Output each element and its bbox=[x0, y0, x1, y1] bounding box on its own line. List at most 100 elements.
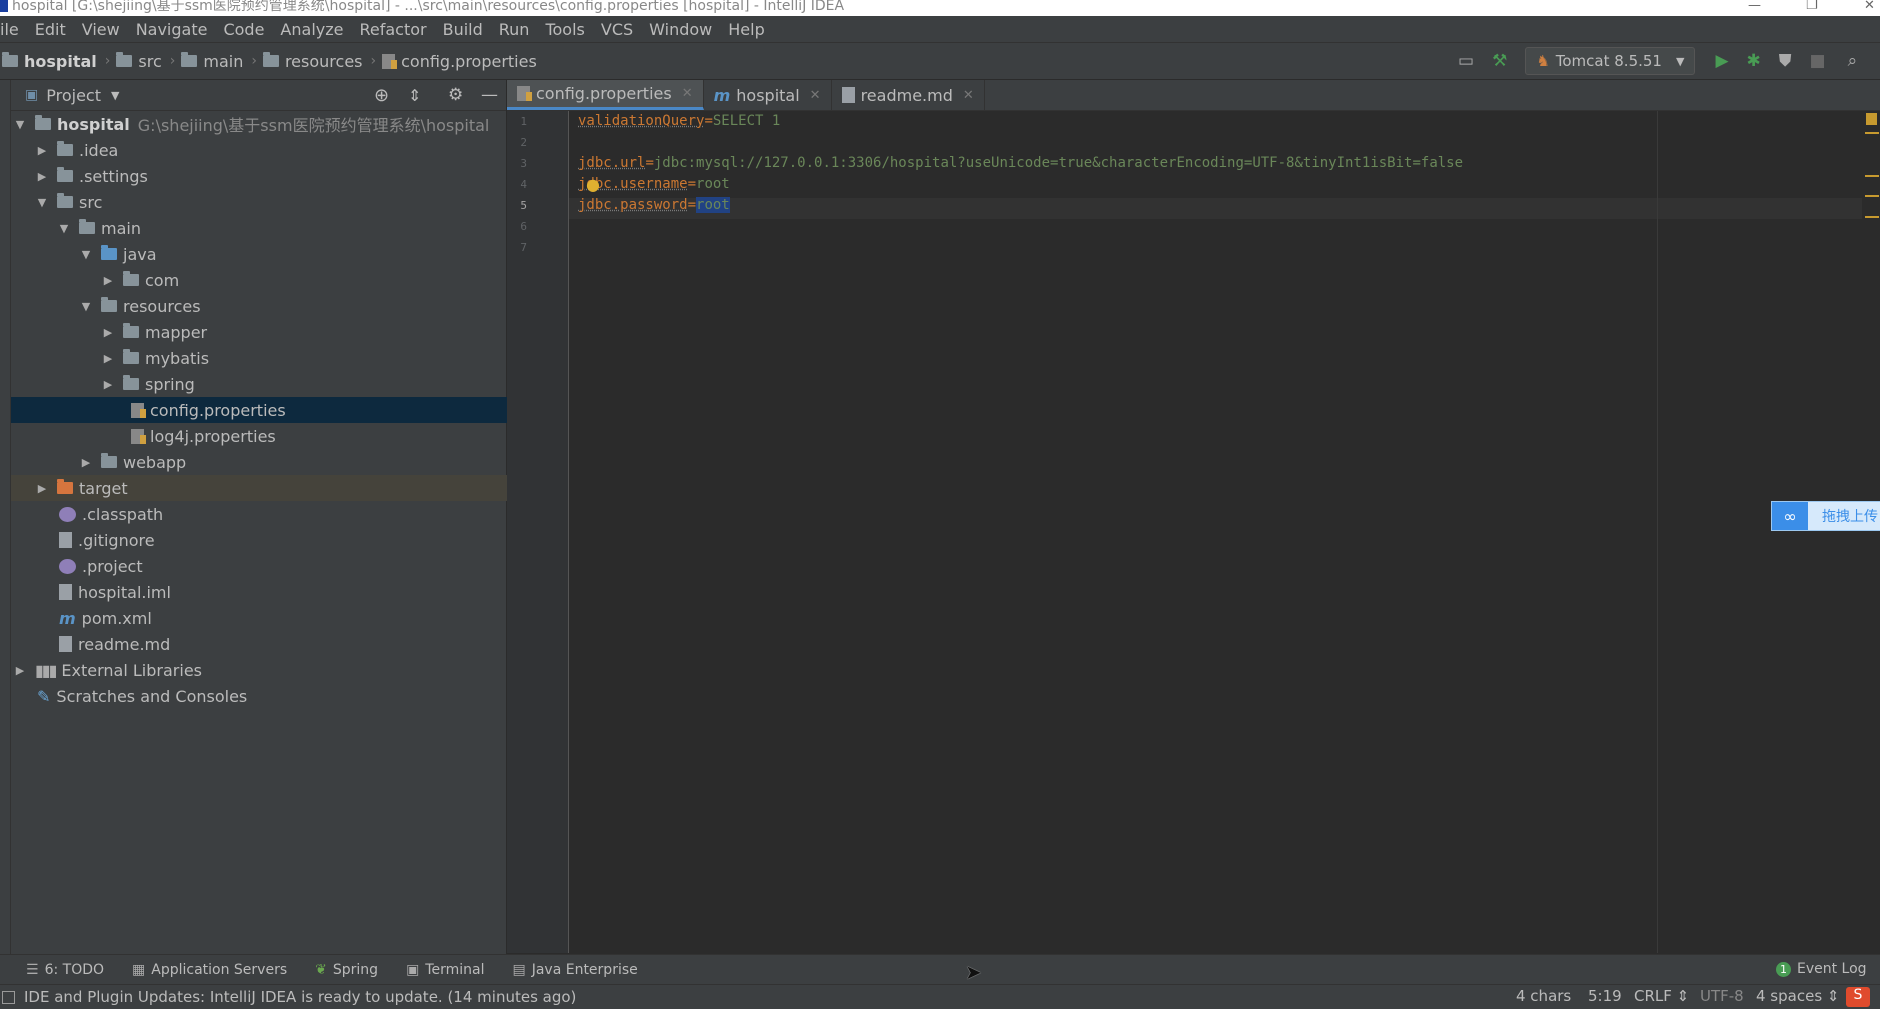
collapse-arrow-icon[interactable]: ▶ bbox=[13, 664, 27, 677]
run-configuration-select[interactable]: ♞ Tomcat 8.5.51 ▼ bbox=[1525, 47, 1696, 75]
error-stripe[interactable] bbox=[1862, 111, 1880, 953]
tool-terminal[interactable]: ▣ Terminal bbox=[406, 962, 484, 978]
close-tab-icon[interactable]: ✕ bbox=[963, 88, 974, 103]
menu-code[interactable]: Code bbox=[215, 20, 272, 39]
event-log-button[interactable]: 1 Event Log bbox=[1776, 961, 1867, 977]
menu-file[interactable]: ile bbox=[0, 20, 27, 39]
scratches-icon: ✎ bbox=[37, 686, 51, 706]
tree-item-classpath[interactable]: .classpath bbox=[11, 501, 554, 527]
tree-item-main[interactable]: ▼ main bbox=[11, 215, 552, 241]
tree-item-gitignore[interactable]: .gitignore bbox=[11, 527, 554, 553]
upload-widget[interactable]: ∞ 拖拽上传 bbox=[1771, 501, 1880, 531]
tab-readme-md[interactable]: readme.md ✕ bbox=[832, 80, 985, 110]
tree-item-readme-md[interactable]: readme.md bbox=[11, 631, 554, 657]
breadcrumb-resources[interactable]: resources bbox=[262, 52, 363, 71]
tree-item-target[interactable]: ▶ target bbox=[11, 475, 530, 501]
collapse-arrow-icon[interactable]: ▶ bbox=[35, 144, 49, 157]
tool-spring[interactable]: ❦ Spring bbox=[315, 962, 378, 978]
breadcrumb-config-properties[interactable]: config.properties bbox=[382, 52, 537, 71]
build-hammer-icon[interactable]: ⚒ bbox=[1492, 51, 1507, 71]
collapse-arrow-icon[interactable]: ▶ bbox=[101, 326, 115, 339]
maximize-button[interactable]: ❐ bbox=[1806, 0, 1818, 12]
collapse-arrow-icon[interactable]: ▶ bbox=[101, 352, 115, 365]
collapse-arrow-icon[interactable]: ▶ bbox=[35, 482, 49, 495]
tool-java-enterprise[interactable]: ▤ Java Enterprise bbox=[512, 962, 637, 978]
warning-marker[interactable] bbox=[1865, 216, 1879, 218]
warning-indicator-icon[interactable] bbox=[1866, 113, 1877, 125]
tool-application-servers[interactable]: ▦ Application Servers bbox=[132, 962, 287, 978]
left-tool-window-strip[interactable] bbox=[0, 80, 11, 959]
tree-item-pom-xml[interactable]: m pom.xml bbox=[11, 605, 554, 631]
expand-arrow-icon[interactable]: ▼ bbox=[79, 248, 93, 261]
warning-marker[interactable] bbox=[1865, 132, 1879, 134]
tree-item-java[interactable]: ▼ java bbox=[11, 241, 574, 267]
project-structure-icon[interactable]: ▭ bbox=[1458, 51, 1474, 71]
tree-item-project[interactable]: .project bbox=[11, 553, 554, 579]
locate-file-icon[interactable]: ⊕ bbox=[374, 85, 389, 106]
menu-edit[interactable]: Edit bbox=[27, 20, 74, 39]
tree-item-external-libraries[interactable]: ▶ ▮▮▮ External Libraries bbox=[11, 657, 508, 683]
tree-item-idea[interactable]: ▶ .idea bbox=[11, 137, 530, 163]
editor-gutter[interactable]: 1 2 3 4 5 6 7 bbox=[507, 111, 569, 953]
expand-arrow-icon[interactable]: ▼ bbox=[79, 300, 93, 313]
status-message[interactable]: IDE and Plugin Updates: IntelliJ IDEA is… bbox=[24, 988, 576, 1006]
menu-build[interactable]: Build bbox=[435, 20, 491, 39]
hide-panel-icon[interactable]: — bbox=[481, 85, 498, 105]
breadcrumb-hospital[interactable]: hospital bbox=[2, 52, 97, 71]
collapse-arrow-icon[interactable]: ▶ bbox=[101, 378, 115, 391]
status-line-separator[interactable]: CRLF ⇕ bbox=[1634, 987, 1689, 1005]
close-tab-icon[interactable]: ✕ bbox=[682, 86, 693, 101]
breadcrumb-main[interactable]: main bbox=[181, 52, 243, 71]
tree-item-hospital-root[interactable]: ▼ hospital G:\shejiing\基于ssm医院预约管理系统\hospi… bbox=[11, 111, 508, 137]
expand-arrow-icon[interactable]: ▼ bbox=[13, 118, 27, 131]
tree-item-webapp[interactable]: ▶ webapp bbox=[11, 449, 574, 475]
menu-refactor[interactable]: Refactor bbox=[351, 20, 434, 39]
tab-config-properties[interactable]: config.properties ✕ bbox=[507, 80, 704, 110]
tool-todo[interactable]: ☰ 6: TODO bbox=[26, 962, 104, 978]
debug-bug-icon[interactable]: ✱ bbox=[1747, 51, 1761, 71]
menu-navigate[interactable]: Navigate bbox=[128, 20, 216, 39]
tab-hospital[interactable]: m hospital ✕ bbox=[704, 80, 832, 110]
status-indent[interactable]: 4 spaces ⇕ bbox=[1756, 987, 1839, 1005]
run-icon[interactable]: ▶ bbox=[1715, 51, 1728, 71]
ime-indicator-icon[interactable]: S bbox=[1846, 987, 1870, 1007]
gear-icon[interactable]: ⚙ bbox=[448, 85, 463, 105]
collapse-arrow-icon[interactable]: ▶ bbox=[35, 170, 49, 183]
project-panel-title[interactable]: Project bbox=[46, 86, 101, 105]
close-tab-icon[interactable]: ✕ bbox=[810, 88, 821, 103]
collapse-arrow-icon[interactable]: ▶ bbox=[101, 274, 115, 287]
warning-marker[interactable] bbox=[1865, 195, 1879, 197]
tree-item-resources[interactable]: ▼ resources bbox=[11, 293, 574, 319]
tree-item-settings[interactable]: ▶ .settings bbox=[11, 163, 530, 189]
minimize-button[interactable]: — bbox=[1748, 0, 1761, 12]
close-button[interactable]: ✕ bbox=[1864, 0, 1875, 12]
intention-bulb-icon[interactable]: ● bbox=[586, 175, 600, 194]
menu-tools[interactable]: Tools bbox=[537, 20, 592, 39]
package-icon bbox=[123, 271, 139, 286]
status-caret-position[interactable]: 5:19 bbox=[1588, 987, 1622, 1005]
tree-item-src[interactable]: ▼ src bbox=[11, 189, 530, 215]
breadcrumb-src[interactable]: src bbox=[116, 52, 162, 71]
coverage-icon[interactable]: ⛊ bbox=[1779, 51, 1792, 71]
search-icon[interactable]: ⌕ bbox=[1848, 51, 1858, 71]
toggle-tool-windows-icon[interactable] bbox=[2, 990, 15, 1004]
collapse-all-icon[interactable]: ⇕ bbox=[408, 86, 421, 105]
collapse-arrow-icon[interactable]: ▶ bbox=[79, 456, 93, 469]
warning-marker[interactable] bbox=[1865, 175, 1879, 177]
stop-icon[interactable]: ■ bbox=[1810, 51, 1826, 71]
menu-help[interactable]: Help bbox=[720, 20, 772, 39]
tree-item-scratches[interactable]: ✎ Scratches and Consoles bbox=[11, 683, 532, 709]
menu-view[interactable]: View bbox=[74, 20, 128, 39]
menu-vcs[interactable]: VCS bbox=[593, 20, 641, 39]
menu-window[interactable]: Window bbox=[641, 20, 720, 39]
module-folder-icon bbox=[35, 115, 51, 130]
folder-icon bbox=[116, 52, 133, 67]
menu-analyze[interactable]: Analyze bbox=[272, 20, 351, 39]
expand-arrow-icon[interactable]: ▼ bbox=[35, 196, 49, 209]
menu-run[interactable]: Run bbox=[491, 20, 538, 39]
chevron-down-icon[interactable]: ▼ bbox=[111, 89, 119, 102]
status-encoding[interactable]: UTF-8 bbox=[1700, 987, 1744, 1005]
tree-item-hospital-iml[interactable]: hospital.iml bbox=[11, 579, 554, 605]
expand-arrow-icon[interactable]: ▼ bbox=[57, 222, 71, 235]
code-editor[interactable]: validationQuery=SELECT 1 jdbc.url=jdbc:m… bbox=[569, 111, 1869, 953]
